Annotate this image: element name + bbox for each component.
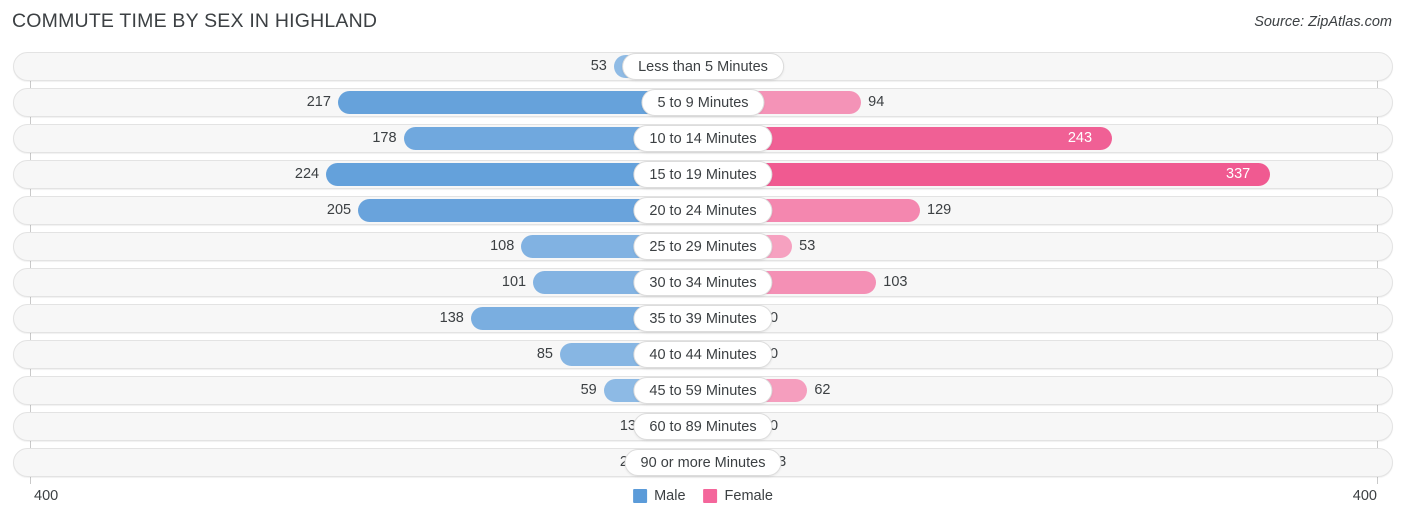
value-label-male: 178 [372,130,397,146]
category-label: 15 to 19 Minutes [633,161,773,188]
category-label: 20 to 24 Minutes [633,197,773,224]
source-attribution: Source: ZipAtlas.com [1254,14,1392,30]
value-label-female: 129 [927,202,952,218]
legend-swatch-icon [633,489,648,503]
chart-row: 85 0 40 to 44 Minutes [13,340,1393,369]
category-label: 10 to 14 Minutes [633,125,773,152]
chart-row: 281390 or more Minutes [13,448,1393,477]
category-label: 60 to 89 Minutes [633,413,773,440]
category-label: 40 to 44 Minutes [633,341,773,368]
value-label-male: 205 [326,202,352,218]
legend-item-female[interactable]: Female [703,488,773,504]
legend-swatch-icon [703,489,718,503]
chart-row: 13 0 60 to 89 Minutes [13,412,1393,441]
legend-label: Male [654,488,686,504]
value-label-male: 53 [590,58,607,74]
axis-tick-left: 400 [34,488,59,504]
chart-legend: Male Female [633,488,773,504]
page-title: COMMUTE TIME BY SEX IN HIGHLAND [12,10,378,32]
value-label-male: 217 [306,94,331,110]
chart-footer: 400 400 Male Female [0,484,1406,523]
chart-row: 178 243 10 to 14 Minutes [13,124,1393,153]
value-label-female: 243 [1067,130,1093,146]
axis-tick-right: 400 [1352,488,1377,504]
bar-female [703,163,1270,186]
category-label: 45 to 59 Minutes [633,377,773,404]
value-label-male: 224 [294,166,320,182]
chart-row: 205 129 20 to 24 Minutes [13,196,1393,225]
value-label-male: 138 [439,310,464,326]
chart-plot-area: 530Less than 5 Minutes 217 94 5 to 9 Minute… [0,52,1406,484]
chart-row: 217 94 5 to 9 Minutes [13,88,1393,117]
value-label-male: 101 [501,274,527,290]
chart-row: 101 103 30 to 34 Minutes [13,268,1393,297]
category-label: 30 to 34 Minutes [633,269,773,296]
value-label-female: 103 [883,274,908,290]
value-label-female: 94 [868,94,885,110]
value-label-female: 53 [799,238,816,254]
chart-row: 59 62 45 to 59 Minutes [13,376,1393,405]
legend-label: Female [724,488,773,504]
value-label-male: 59 [580,382,597,398]
chart-row: 530Less than 5 Minutes [13,52,1393,81]
chart-row: 108 53 25 to 29 Minutes [13,232,1393,261]
category-label: 5 to 9 Minutes [641,89,765,116]
category-label: 35 to 39 Minutes [633,305,773,332]
value-label-male: 108 [490,238,515,254]
chart-row: 224 337 15 to 19 Minutes [13,160,1393,189]
category-label: 25 to 29 Minutes [633,233,773,260]
category-label: 90 or more Minutes [624,449,782,476]
chart-row: 138 0 35 to 39 Minutes [13,304,1393,333]
value-label-male: 85 [536,346,553,362]
legend-item-male[interactable]: Male [633,488,686,504]
commute-time-by-sex-chart: COMMUTE TIME BY SEX IN HIGHLAND Source: … [0,0,1406,523]
category-label: Less than 5 Minutes [622,53,784,80]
value-label-female: 62 [814,382,831,398]
value-label-female: 337 [1226,166,1251,182]
